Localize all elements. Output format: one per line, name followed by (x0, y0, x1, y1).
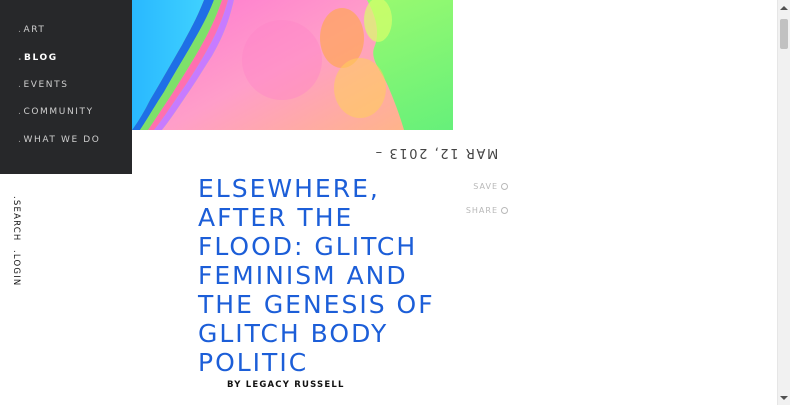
circle-share-icon (501, 207, 508, 214)
nav-item-label: COMMUNITY (23, 107, 94, 117)
page-scrollbar[interactable] (777, 0, 790, 405)
search-label: SEARCH (11, 199, 21, 242)
save-label: SAVE (473, 182, 498, 191)
article-title[interactable]: ELSEWHERE, AFTER THE FLOOD: GLITCH FEMIN… (198, 174, 448, 377)
save-button[interactable]: SAVE (473, 182, 508, 191)
nav-item-community[interactable]: .COMMUNITY (18, 107, 94, 117)
post-actions: SAVE SHARE (440, 182, 508, 222)
search-link[interactable]: .SEARCH (11, 196, 21, 242)
hero-image (132, 0, 453, 130)
scroll-thumb[interactable] (780, 19, 788, 49)
login-label: LOGIN (11, 253, 21, 287)
nav-item-art[interactable]: .ART (18, 25, 46, 35)
share-label: SHARE (465, 206, 498, 215)
nav-item-label: BLOG (24, 53, 58, 63)
nav-item-what-we-do[interactable]: .WHAT WE DO (18, 135, 100, 145)
nav-item-blog[interactable]: .BLOG (18, 53, 58, 63)
nav-item-events[interactable]: .EVENTS (18, 80, 69, 90)
nav-item-label: EVENTS (23, 80, 69, 90)
main-nav: .ART .BLOG .EVENTS .COMMUNITY .WHAT WE D… (0, 0, 132, 174)
scroll-down-arrow-icon[interactable] (780, 396, 788, 400)
post-date: MAR 12, 2013 – (374, 145, 499, 160)
share-button[interactable]: SHARE (466, 206, 508, 215)
scroll-up-arrow-icon[interactable] (780, 6, 788, 10)
nav-item-label: ART (23, 25, 46, 35)
article-author[interactable]: BY LEGACY RUSSELL (227, 380, 345, 390)
nav-item-label: WHAT WE DO (23, 135, 101, 145)
circle-plus-icon (501, 183, 508, 190)
login-link[interactable]: .LOGIN (11, 250, 21, 286)
